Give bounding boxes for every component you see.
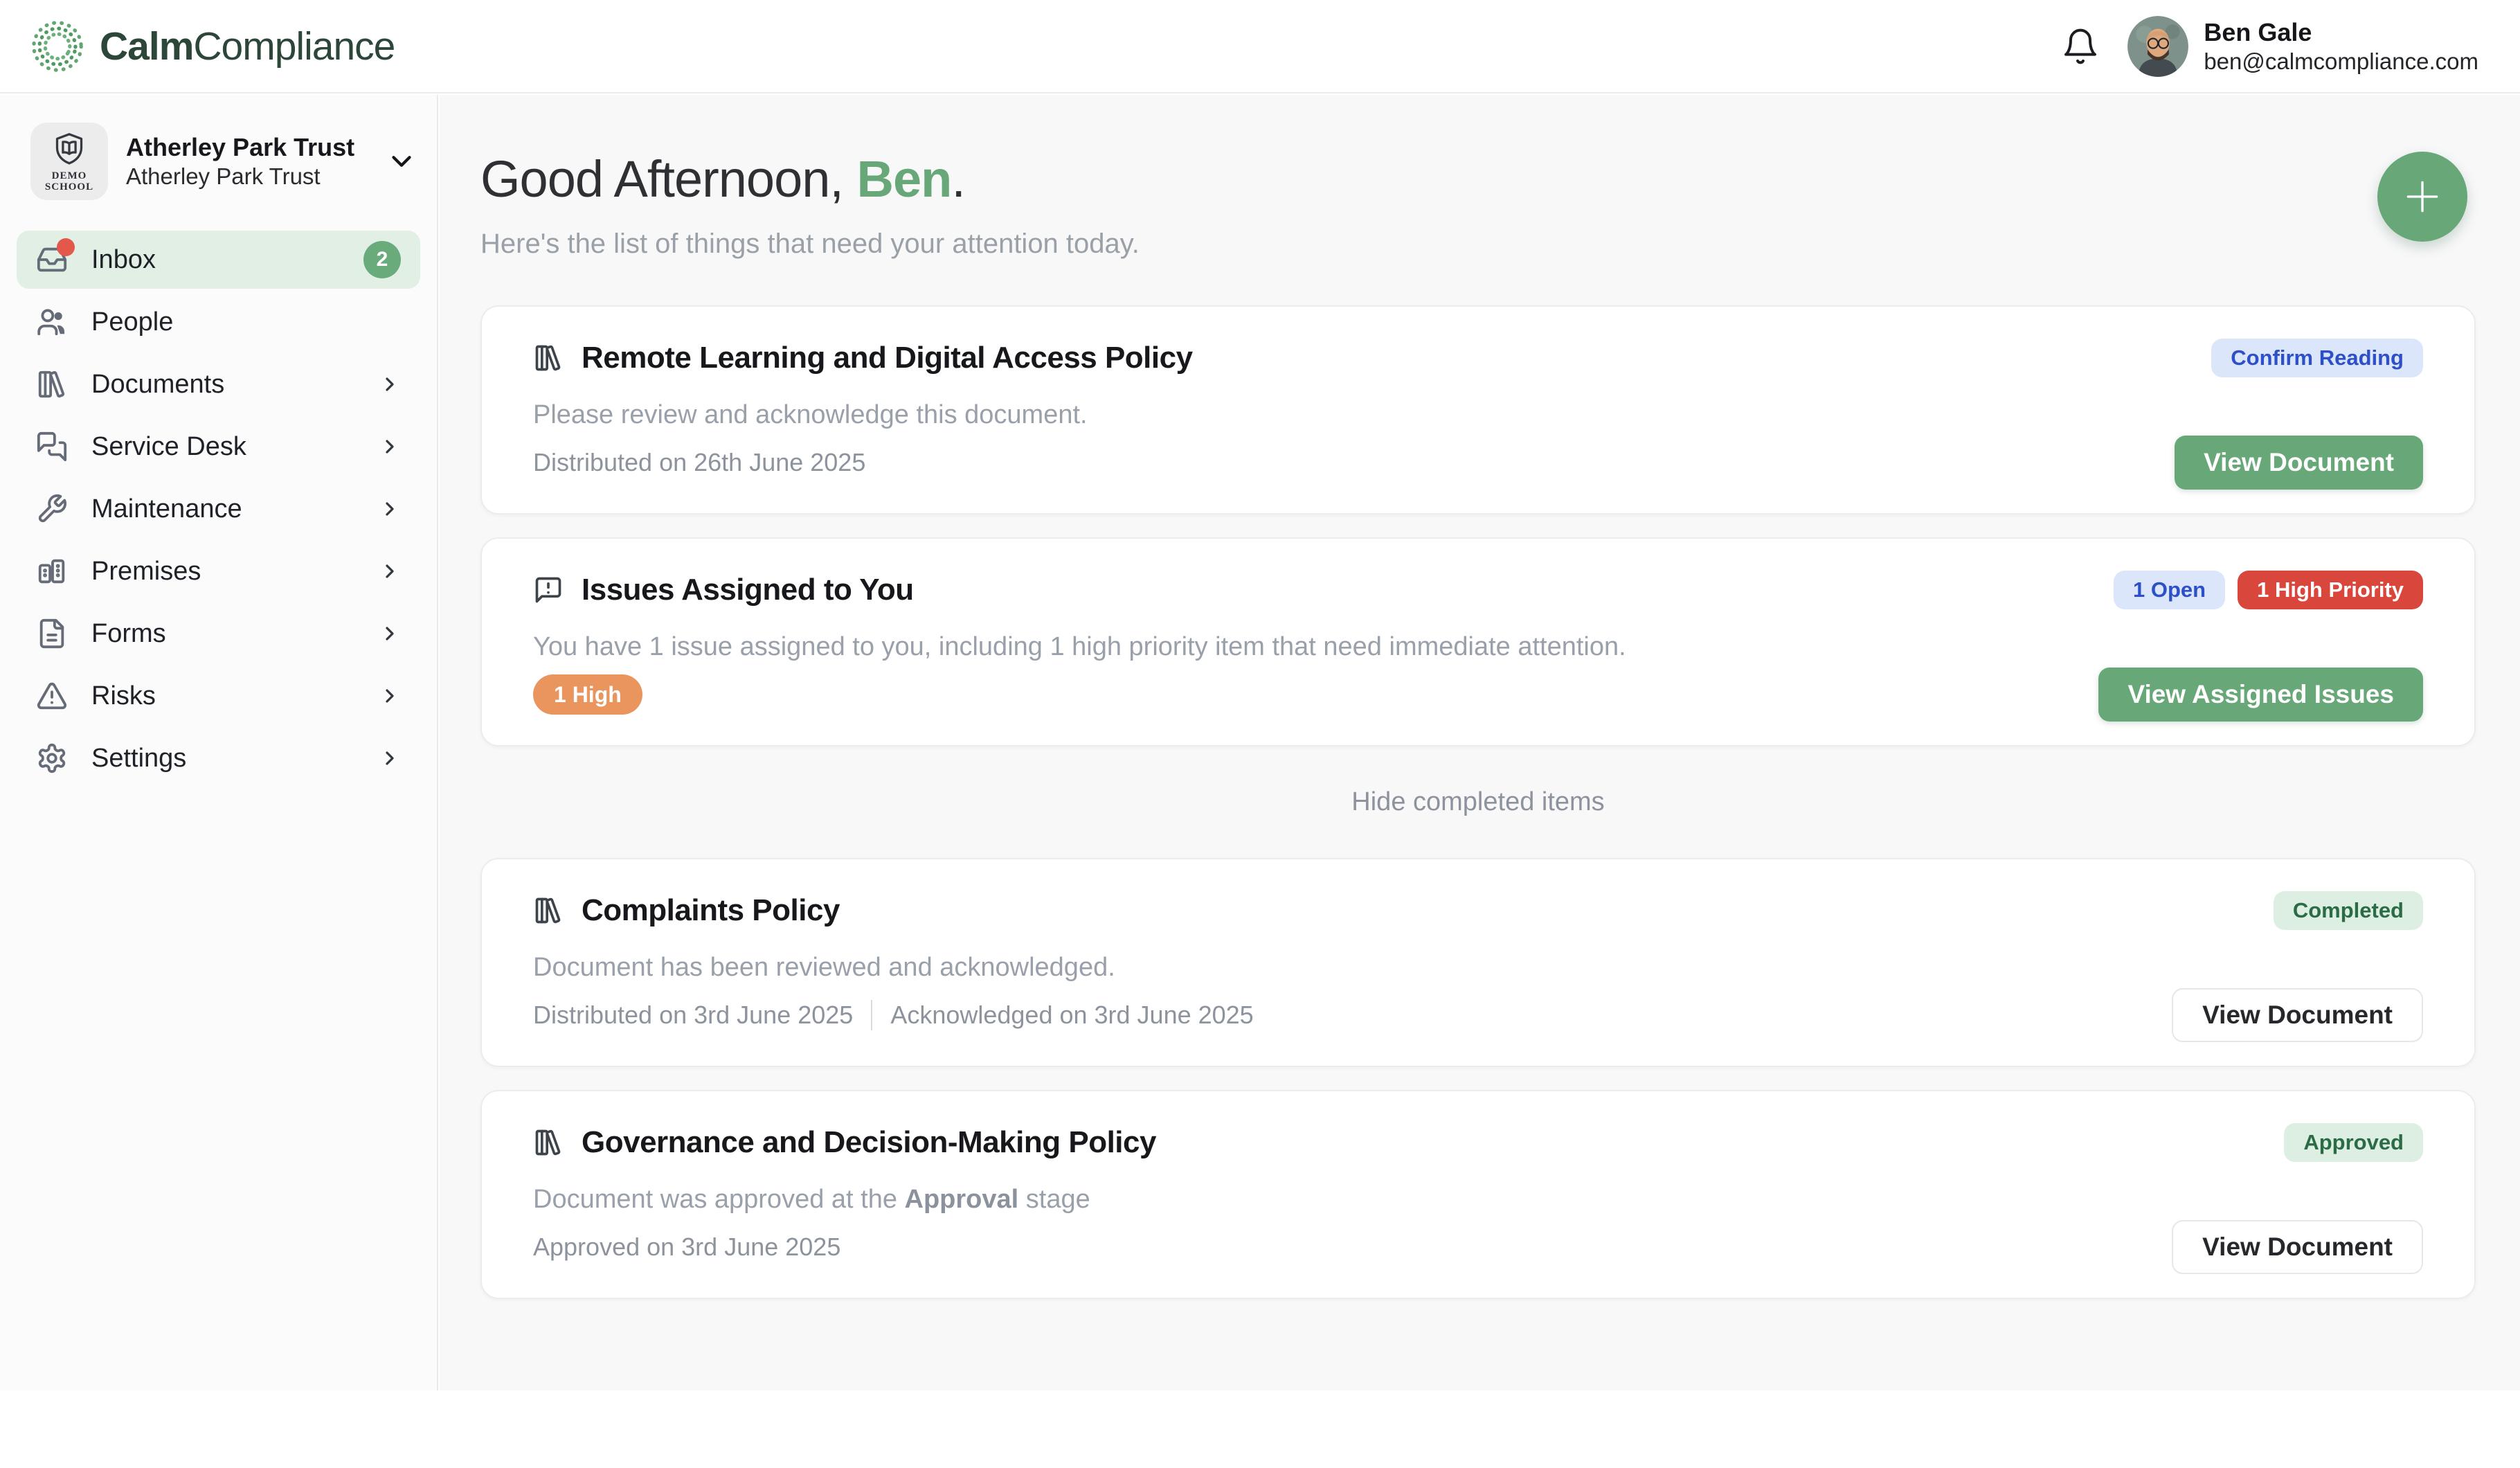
card-title: Governance and Decision-Making Policy — [582, 1125, 1156, 1160]
maintenance-wrench-icon — [36, 493, 68, 525]
sidebar-item-label: Premises — [91, 557, 201, 587]
unread-dot — [57, 238, 75, 256]
premises-buildings-icon — [36, 555, 68, 587]
page-title: Good Afternoon, Ben. — [480, 149, 2476, 210]
status-badge-approved: Approved — [2284, 1123, 2423, 1162]
card-governance-policy: Governance and Decision-Making Policy Ap… — [480, 1090, 2476, 1299]
service-desk-chat-icon — [36, 431, 68, 463]
distributed-date: Distributed on 26th June 2025 — [533, 448, 865, 477]
sidebar-item-label: Documents — [91, 370, 224, 400]
sidebar-item-risks[interactable]: Risks — [17, 667, 420, 725]
plus-icon — [2401, 175, 2444, 218]
sidebar-nav: Inbox 2 People Documents — [0, 231, 437, 787]
shield-book-icon — [50, 130, 89, 169]
sidebar-item-service-desk[interactable]: Service Desk — [17, 418, 420, 476]
meta-divider — [871, 1000, 872, 1030]
card-issues-assigned: Issues Assigned to You 1 Open 1 High Pri… — [480, 537, 2476, 746]
hide-completed-toggle[interactable]: Hide completed items — [1351, 787, 1604, 816]
task-card-list: Remote Learning and Digital Access Polic… — [480, 305, 2476, 1299]
sidebar-item-label: Risks — [91, 681, 156, 711]
view-document-button[interactable]: View Document — [2172, 1220, 2423, 1274]
org-subtitle: Atherley Park Trust — [126, 163, 354, 190]
inbox-icon — [36, 244, 68, 276]
risks-warning-icon — [36, 680, 68, 712]
org-selector[interactable]: DEMO SCHOOL Atherley Park Trust Atherley… — [0, 95, 437, 220]
view-document-button[interactable]: View Document — [2175, 436, 2423, 490]
status-badge-confirm-reading: Confirm Reading — [2211, 339, 2423, 377]
chevron-right-icon — [379, 560, 401, 582]
status-badge-completed: Completed — [2274, 891, 2423, 930]
chevron-right-icon — [379, 373, 401, 395]
high-priority-tag: 1 High — [533, 674, 642, 715]
user-menu[interactable]: Ben Gale ben@calmcompliance.com — [2127, 16, 2478, 77]
sidebar-item-label: Maintenance — [91, 494, 242, 524]
card-complaints-policy: Complaints Policy Completed Document has… — [480, 858, 2476, 1067]
sidebar-item-documents[interactable]: Documents — [17, 355, 420, 413]
card-title: Issues Assigned to You — [582, 573, 914, 607]
card-description: Please review and acknowledge this docum… — [533, 398, 2423, 431]
sidebar-item-premises[interactable]: Premises — [17, 542, 420, 600]
chevron-right-icon — [379, 747, 401, 769]
chevron-down-icon — [386, 145, 417, 177]
sidebar-item-inbox[interactable]: Inbox 2 — [17, 231, 420, 289]
sidebar-item-people[interactable]: People — [17, 293, 420, 351]
org-title: Atherley Park Trust — [126, 132, 354, 163]
chevron-right-icon — [379, 623, 401, 645]
org-logo-text: DEMO SCHOOL — [45, 170, 93, 193]
card-description: Document was approved at the Approval st… — [533, 1183, 2423, 1216]
sidebar-item-label: Forms — [91, 619, 166, 649]
sidebar-item-label: Service Desk — [91, 432, 246, 462]
approved-date: Approved on 3rd June 2025 — [533, 1233, 840, 1262]
card-title: Complaints Policy — [582, 893, 840, 928]
sidebar-item-label: Inbox — [91, 245, 156, 275]
acknowledged-date: Acknowledged on 3rd June 2025 — [890, 1001, 1253, 1030]
chevron-right-icon — [379, 685, 401, 707]
view-document-button[interactable]: View Document — [2172, 988, 2423, 1042]
card-description: You have 1 issue assigned to you, includ… — [533, 630, 2423, 663]
status-badge-high-priority: 1 High Priority — [2238, 571, 2423, 609]
page-subtitle: Here's the list of things that need your… — [480, 226, 2476, 261]
document-library-icon — [533, 895, 564, 926]
sidebar: DEMO SCHOOL Atherley Park Trust Atherley… — [0, 95, 438, 1390]
avatar — [2127, 16, 2188, 77]
card-description: Document has been reviewed and acknowled… — [533, 951, 2423, 984]
user-name: Ben Gale — [2204, 17, 2478, 48]
documents-library-icon — [36, 368, 68, 400]
people-icon — [36, 306, 68, 338]
notifications-bell-icon[interactable] — [2061, 27, 2100, 66]
card-title: Remote Learning and Digital Access Polic… — [582, 341, 1193, 375]
sidebar-item-label: Settings — [91, 744, 186, 773]
card-remote-learning-policy: Remote Learning and Digital Access Polic… — [480, 305, 2476, 514]
sidebar-item-label: People — [91, 307, 173, 337]
approval-stage-label: Approval — [905, 1185, 1019, 1214]
document-library-icon — [533, 1127, 564, 1158]
org-logo: DEMO SCHOOL — [30, 123, 108, 200]
settings-gear-icon — [36, 742, 68, 774]
sidebar-item-maintenance[interactable]: Maintenance — [17, 480, 420, 538]
sidebar-item-forms[interactable]: Forms — [17, 605, 420, 663]
issue-alert-bubble-icon — [533, 575, 564, 605]
add-button[interactable] — [2377, 152, 2467, 242]
chevron-right-icon — [379, 498, 401, 520]
brand-logo[interactable]: CalmCompliance — [29, 18, 395, 75]
status-badge-open: 1 Open — [2114, 571, 2225, 609]
user-email: ben@calmcompliance.com — [2204, 48, 2478, 75]
brand-spiral-icon — [29, 18, 86, 75]
view-assigned-issues-button[interactable]: View Assigned Issues — [2098, 668, 2423, 722]
forms-document-icon — [36, 618, 68, 650]
hide-completed-row: Hide completed items — [480, 787, 2476, 817]
document-library-icon — [533, 343, 564, 373]
app-header: CalmCompliance — [0, 0, 2520, 93]
brand-name: CalmCompliance — [100, 24, 395, 69]
distributed-date: Distributed on 3rd June 2025 — [533, 1001, 853, 1030]
inbox-count-badge: 2 — [363, 241, 401, 278]
sidebar-item-settings[interactable]: Settings — [17, 729, 420, 787]
main-content: Good Afternoon, Ben. Here's the list of … — [440, 95, 2520, 1390]
chevron-right-icon — [379, 436, 401, 458]
